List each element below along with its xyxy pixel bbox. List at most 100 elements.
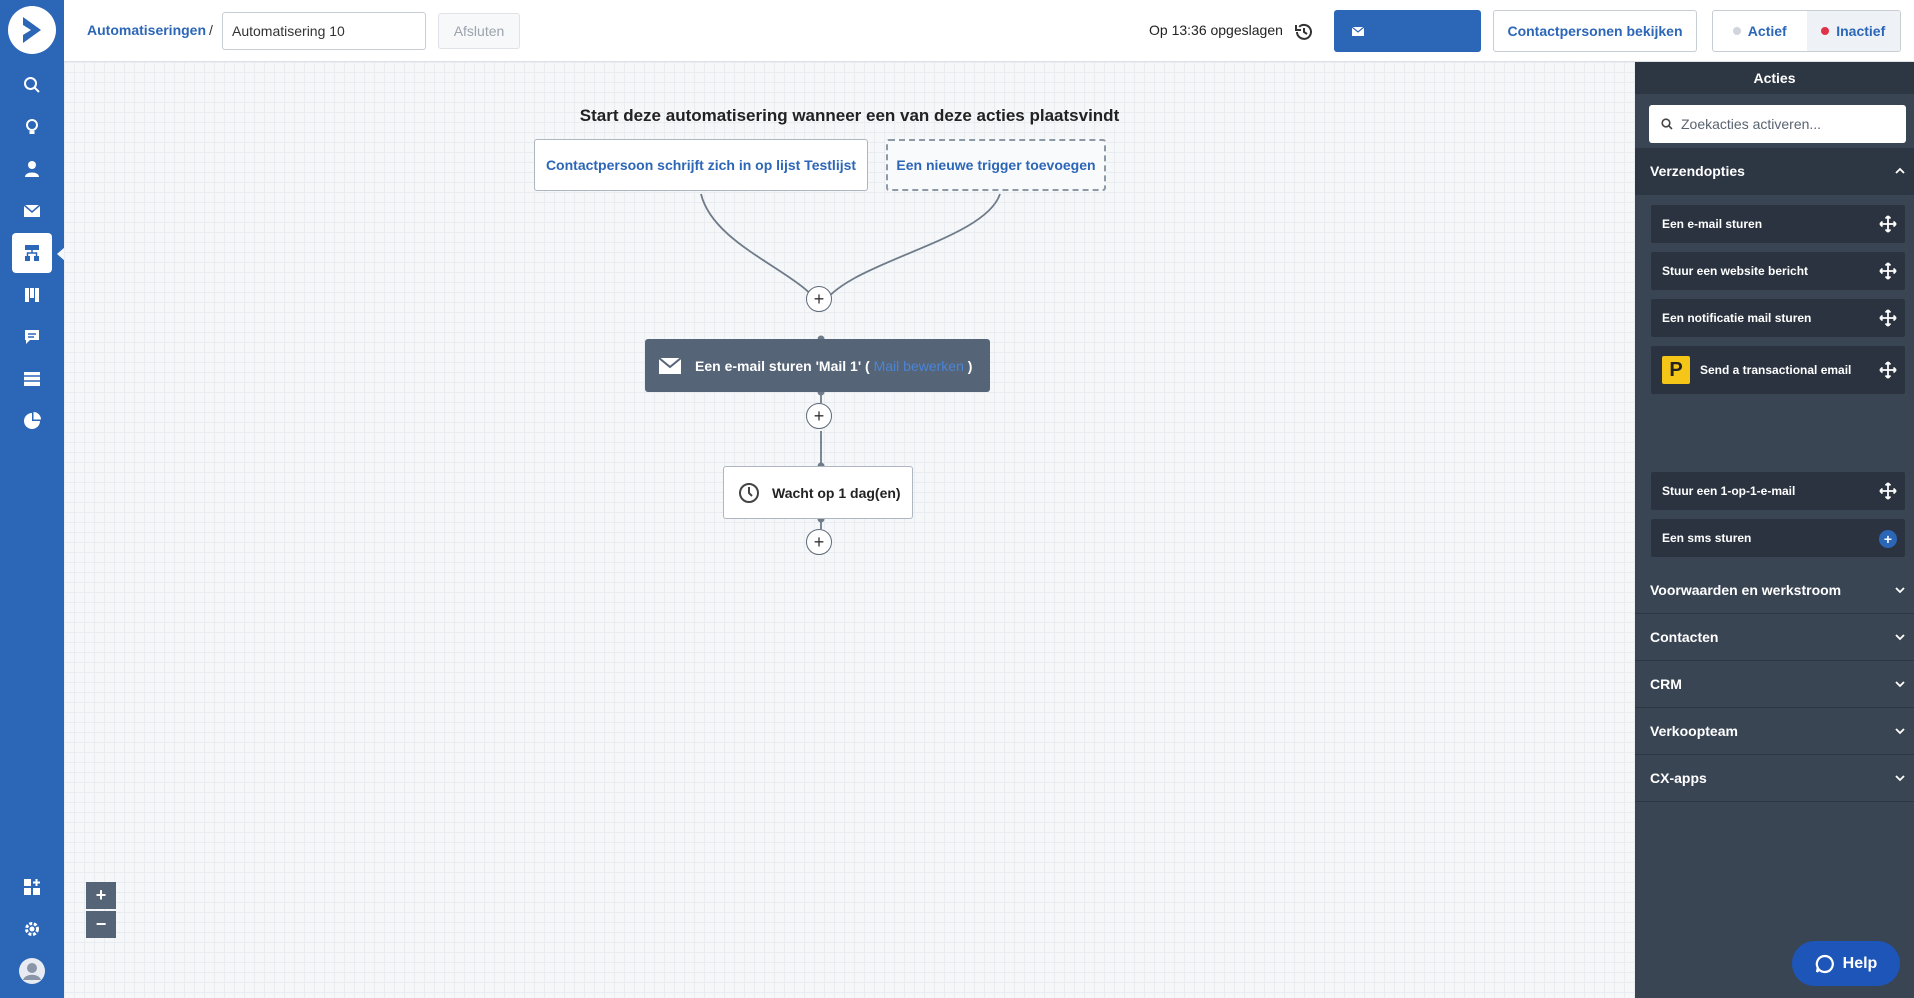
chevron-down-icon <box>1895 587 1905 594</box>
email-node-label: Een e-mail sturen 'Mail 1' ( Mail bewerk… <box>695 358 972 374</box>
view-contacts-button[interactable]: Contactpersonen bekijken <box>1493 10 1697 52</box>
action-notification-mail[interactable]: Een notificatie mail sturen <box>1651 299 1905 337</box>
action-transactional-email[interactable]: P Send a transactional email <box>1651 346 1905 394</box>
action-send-sms[interactable]: Een sms sturen + <box>1651 519 1905 557</box>
envelope-icon <box>1352 26 1364 36</box>
clock-icon <box>739 482 759 503</box>
envelope-icon <box>659 357 681 374</box>
search-placeholder: Zoekacties activeren... <box>1681 116 1822 132</box>
plus-icon: + <box>813 406 825 426</box>
drag-move-icon[interactable] <box>1879 309 1897 327</box>
nav-website[interactable] <box>12 359 52 399</box>
drag-move-icon[interactable] <box>1879 262 1897 280</box>
postmark-logo-icon: P <box>1662 356 1690 384</box>
section-label: Verkoopteam <box>1650 723 1738 739</box>
action-label: Stuur een website bericht <box>1662 264 1809 278</box>
chat-bubble-icon <box>1815 954 1834 973</box>
add-trigger-button[interactable]: Een nieuwe trigger toevoegen <box>886 139 1106 191</box>
trigger-heading: Start deze automatisering wanneer een va… <box>579 106 1120 125</box>
action-send-email[interactable]: Een e-mail sturen <box>1651 205 1905 243</box>
saved-status-text: Op 13:36 opgeslagen <box>1149 22 1283 38</box>
plus-icon: + <box>813 289 825 309</box>
zoom-in-button[interactable]: + <box>86 882 116 909</box>
nav-apps[interactable] <box>12 867 52 907</box>
section-label: Contacten <box>1650 629 1719 645</box>
trigger-list-subscribe[interactable]: Contactpersoon schrijft zich in op lijst… <box>534 139 868 191</box>
add-step-button[interactable]: + <box>806 286 832 312</box>
status-active-option[interactable]: Actief <box>1713 11 1807 51</box>
nav-automations[interactable] <box>12 233 52 273</box>
apps-icon <box>24 879 40 895</box>
left-navigation <box>0 0 65 998</box>
action-one-to-one-email[interactable]: Stuur een 1-op-1-e-mail <box>1651 472 1905 510</box>
action-label: Een sms sturen <box>1662 531 1752 545</box>
actions-panel: Acties Zoekacties activeren... Verzendop… <box>1635 62 1914 998</box>
nav-contacts[interactable] <box>12 149 52 189</box>
help-button[interactable]: Help <box>1792 941 1900 986</box>
section-verzendopties[interactable]: Verzendopties <box>1635 148 1914 195</box>
section-contacts[interactable]: Contacten <box>1635 614 1914 661</box>
chevron-down-icon <box>1895 728 1905 735</box>
nav-settings[interactable] <box>12 909 52 949</box>
settings-icon <box>25 922 39 936</box>
drag-move-icon[interactable] <box>1879 482 1897 500</box>
wait-node-label: Wacht op 1 dag(en) <box>772 484 901 501</box>
action-label: Stuur een 1-op-1-e-mail <box>1662 484 1796 498</box>
pipelines-icon <box>25 288 39 302</box>
reports-icon <box>24 412 41 429</box>
search-icon <box>24 77 40 93</box>
history-icon[interactable] <box>1293 21 1315 43</box>
drag-move-icon[interactable] <box>1879 215 1897 233</box>
workflow-canvas[interactable]: Start deze automatisering wanneer een va… <box>64 62 1635 998</box>
section-label: Verzendopties <box>1650 163 1745 179</box>
nav-search[interactable] <box>12 65 52 105</box>
app-logo[interactable] <box>8 6 56 54</box>
nav-reports[interactable] <box>12 401 52 441</box>
nav-ideas[interactable] <box>12 107 52 147</box>
search-icon <box>1661 118 1673 130</box>
action-label: Een notificatie mail sturen <box>1662 311 1812 325</box>
drag-move-icon[interactable] <box>1879 361 1897 379</box>
status-active-label: Actief <box>1747 23 1787 39</box>
status-inactive-option[interactable]: Inactief <box>1806 11 1900 51</box>
email-node-text: Een e-mail sturen 'Mail 1' ( <box>695 357 870 374</box>
send-email-node[interactable]: Een e-mail sturen 'Mail 1' ( Mail bewerk… <box>645 339 990 392</box>
email-action-button[interactable] <box>1334 10 1481 52</box>
chevron-up-icon <box>1895 167 1905 174</box>
wait-node[interactable]: Wacht op 1 dag(en) <box>723 466 913 519</box>
action-label: Send a transactional email <box>1700 363 1852 377</box>
nav-pipelines[interactable] <box>12 275 52 315</box>
status-toggle: Actief Inactief <box>1712 10 1901 52</box>
breadcrumb-automations-link[interactable]: Automatiseringen <box>87 22 206 38</box>
nav-campaigns[interactable] <box>12 191 52 231</box>
nav-profile[interactable] <box>12 951 52 991</box>
profile-icon <box>19 958 45 984</box>
section-crm[interactable]: CRM <box>1635 661 1914 708</box>
inactive-dot <box>1821 27 1830 35</box>
contacts-icon <box>25 161 39 177</box>
section-label: CX-apps <box>1650 770 1707 786</box>
email-icon <box>23 204 41 217</box>
automation-name-input[interactable] <box>222 12 426 50</box>
active-dot <box>1732 27 1741 35</box>
chevron-down-icon <box>1895 681 1905 688</box>
section-sales-team[interactable]: Verkoopteam <box>1635 708 1914 755</box>
chevron-down-icon <box>1895 634 1905 641</box>
add-step-button[interactable]: + <box>806 529 832 555</box>
actions-search-input[interactable]: Zoekacties activeren... <box>1649 105 1906 143</box>
section-cx-apps[interactable]: CX-apps <box>1635 755 1914 802</box>
edit-email-link[interactable]: Mail bewerken <box>874 358 964 374</box>
nav-conversations[interactable] <box>12 317 52 357</box>
plus-icon: + <box>813 532 825 552</box>
zoom-out-button[interactable]: − <box>86 911 116 938</box>
panel-title: Acties <box>1635 62 1914 94</box>
lightbulb-icon <box>26 119 38 134</box>
flow-connectors <box>700 193 1001 529</box>
section-label: Voorwaarden en werkstroom <box>1650 582 1842 598</box>
section-conditions-workflow[interactable]: Voorwaarden en werkstroom <box>1635 567 1914 614</box>
action-website-message[interactable]: Stuur een website bericht <box>1651 252 1905 290</box>
add-step-button[interactable]: + <box>806 403 832 429</box>
close-button[interactable]: Afsluten <box>438 13 520 49</box>
email-node-close-paren: ) <box>967 357 973 374</box>
upgrade-plus-icon[interactable]: + <box>1879 530 1897 548</box>
